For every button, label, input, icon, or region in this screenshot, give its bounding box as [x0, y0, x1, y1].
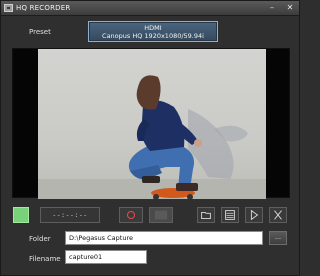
app-icon [4, 4, 13, 12]
title-bar[interactable]: HQ RECORDER – ✕ [1, 1, 299, 16]
preset-selector[interactable]: HDMI Canopus HQ 1920x1080/59.94i [88, 21, 218, 42]
folder-field[interactable]: D:\Pegasus Capture [65, 231, 263, 245]
stop-icon [154, 210, 168, 220]
minimize-button[interactable]: – [267, 3, 277, 13]
clip-list-button[interactable] [221, 207, 239, 223]
close-button[interactable]: ✕ [285, 3, 295, 13]
browse-folder-button[interactable]: ... [269, 231, 287, 245]
video-preview [12, 48, 290, 199]
skateboarder-illustration [38, 75, 266, 199]
filename-field[interactable]: capture01 [65, 250, 147, 264]
preset-source: HDMI [144, 24, 162, 32]
preset-format: Canopus HQ 1920x1080/59.94i [102, 32, 204, 40]
folder-icon [201, 211, 211, 219]
open-folder-button[interactable] [197, 207, 215, 223]
window-title: HQ RECORDER [16, 4, 71, 12]
timecode-display: --:--:-- [40, 207, 100, 223]
folder-label: Folder [29, 235, 51, 243]
close-icon [274, 210, 282, 220]
status-indicator [13, 207, 29, 223]
stop-button[interactable] [149, 207, 173, 223]
preview-image [38, 49, 266, 199]
clip-list-icon [225, 210, 235, 220]
play-icon [250, 209, 259, 221]
record-button[interactable] [119, 207, 143, 223]
preset-label: Preset [29, 28, 51, 36]
recorder-window: HQ RECORDER – ✕ Preset HDMI Canopus HQ 1… [0, 0, 300, 276]
exit-button[interactable] [269, 207, 287, 223]
play-button[interactable] [245, 207, 263, 223]
record-icon [126, 210, 136, 220]
filename-label: Filename [29, 255, 61, 263]
